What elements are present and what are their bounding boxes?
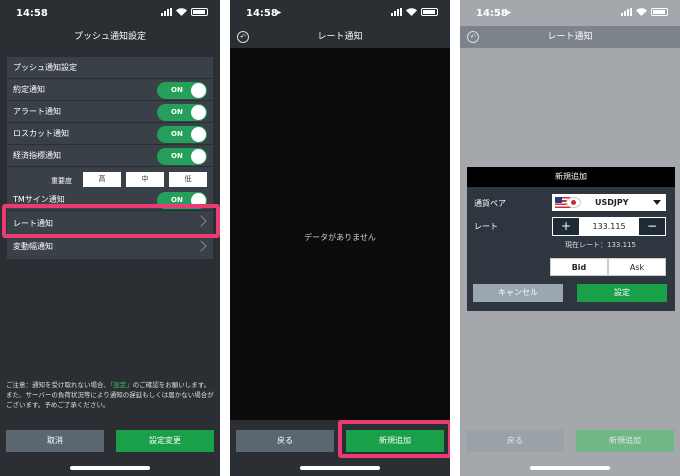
row-label: 約定通知 <box>13 85 45 94</box>
status-bar: 14:58 ➤ <box>230 0 450 26</box>
current-rate-text: 現在レート：133.115 <box>565 241 636 249</box>
notice-text: ご注意：通知を受け取れない場合、「設定」のご確認をお願いします。 また、サーバー… <box>6 381 214 409</box>
bid-toggle[interactable]: Bid <box>550 258 608 276</box>
add-rate-dialog: 新規追加 通貨ペア USDJPY レート + 133.115 − 現在レート：1… <box>467 167 675 311</box>
battery-icon <box>421 8 438 16</box>
status-time: 14:58 <box>16 8 48 19</box>
status-bar: 14:58 ➤ <box>460 0 680 26</box>
page-title: プッシュ通知設定 <box>73 32 146 42</box>
location-arrow-icon: ➤ <box>505 8 512 17</box>
status-time: 14:58 <box>246 8 278 19</box>
row-label: 変動幅通知 <box>13 242 53 251</box>
currency-pair-label: 通貨ペア <box>474 199 506 208</box>
back-circle-icon[interactable]: ↶ <box>237 31 249 43</box>
importance-label: 重要度 <box>51 177 72 185</box>
status-time: 14:58 <box>476 8 508 19</box>
cellular-signal-icon <box>391 8 402 16</box>
rate-label: レート <box>474 222 498 231</box>
importance-high[interactable]: 高 <box>83 172 121 187</box>
cancel-button[interactable]: 取消 <box>6 430 104 452</box>
empty-message: データがありません <box>304 233 376 242</box>
wifi-icon <box>636 8 647 16</box>
wifi-icon <box>406 8 417 16</box>
alert-notify-toggle[interactable]: ON <box>157 104 207 121</box>
cellular-signal-icon <box>621 8 632 16</box>
modal-confirm-button[interactable]: 設定 <box>577 284 667 302</box>
rate-input[interactable]: 133.115 <box>580 217 638 236</box>
importance-selector: 重要度 高 中 低 <box>7 171 213 189</box>
currency-pair-select[interactable]: USDJPY <box>552 194 666 211</box>
page-title: ↶ レート通知 <box>230 26 450 48</box>
modal-cancel-button[interactable]: キャンセル <box>473 284 563 302</box>
row-change-notify[interactable]: 変動幅通知 <box>7 236 213 259</box>
screen-add-rate-modal: 14:58 ➤ ↶ レート通知 戻る 新規追加 新規追加 通貨ペア USDJPY… <box>460 0 680 476</box>
importance-medium[interactable]: 中 <box>126 172 164 187</box>
screen-push-settings: 14:58 プッシュ通知設定 プッシュ通知設定 約定通知 ON アラート通知 O… <box>0 0 220 476</box>
settings-link[interactable]: 「設定」 <box>110 381 133 389</box>
apply-settings-button[interactable]: 設定変更 <box>116 430 214 452</box>
back-button[interactable]: 戻る <box>466 430 564 452</box>
row-label: 経済指標通知 <box>13 151 61 160</box>
highlight-add-button <box>338 420 450 458</box>
importance-low[interactable]: 低 <box>169 172 207 187</box>
losscut-notify-toggle[interactable]: ON <box>157 126 207 143</box>
execution-notify-toggle[interactable]: ON <box>157 82 207 99</box>
caret-down-icon <box>653 200 661 205</box>
dialog-title: 新規追加 <box>467 167 675 187</box>
add-new-button[interactable]: 新規追加 <box>576 430 674 452</box>
chevron-right-icon <box>195 240 207 252</box>
cellular-signal-icon <box>161 8 172 16</box>
row-label: ロスカット通知 <box>13 129 69 138</box>
battery-icon <box>191 8 208 16</box>
ask-toggle[interactable]: Ask <box>608 258 666 276</box>
back-circle-icon[interactable]: ↶ <box>467 31 479 43</box>
page-title: ↶ レート通知 <box>460 26 680 48</box>
row-alert-notify: アラート通知 ON <box>7 101 213 123</box>
home-indicator <box>530 466 610 470</box>
row-losscut-notify: ロスカット通知 ON <box>7 123 213 145</box>
highlight-rate-notify <box>2 204 220 238</box>
row-label: アラート通知 <box>13 107 61 116</box>
location-arrow-icon: ➤ <box>275 8 282 17</box>
rate-increment-button[interactable]: + <box>552 217 580 236</box>
status-bar: 14:58 <box>0 0 220 26</box>
home-indicator <box>300 466 380 470</box>
rate-decrement-button[interactable]: − <box>638 217 666 236</box>
economic-notify-toggle[interactable]: ON <box>157 148 207 165</box>
home-indicator <box>70 466 150 470</box>
back-button[interactable]: 戻る <box>236 430 334 452</box>
row-label: TMサイン通知 <box>13 195 65 204</box>
japan-flag-icon <box>566 197 581 208</box>
row-execution-notify: 約定通知 ON <box>7 79 213 101</box>
wifi-icon <box>176 8 187 16</box>
screen-rate-notify: 14:58 ➤ ↶ レート通知 データがありません 戻る 新規追加 <box>230 0 450 476</box>
section-header: プッシュ通知設定 <box>7 57 213 79</box>
currency-pair-value: USDJPY <box>595 198 629 207</box>
battery-icon <box>651 8 668 16</box>
row-economic-notify: 経済指標通知 ON <box>7 145 213 167</box>
